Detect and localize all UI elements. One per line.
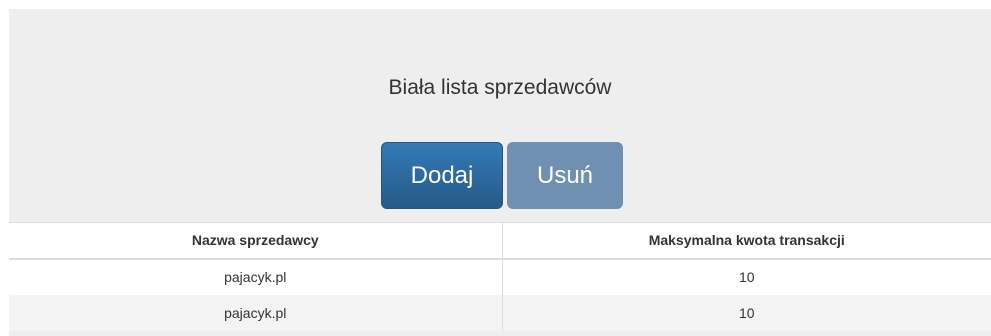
merchants-table: Nazwa sprzedawcy Maksymalna kwota transa… [9,222,991,331]
column-header-merchant-name[interactable]: Nazwa sprzedawcy [9,222,503,260]
table-row[interactable]: pajacyk.pl 10 [9,294,991,331]
page-title: Biała lista sprzedawców [388,76,612,99]
add-button[interactable]: Dodaj [381,142,503,209]
remove-button[interactable]: Usuń [507,142,623,209]
max-amount-cell: 10 [502,258,991,295]
column-header-max-amount[interactable]: Maksymalna kwota transakcji [502,222,991,260]
table-row[interactable]: pajacyk.pl 10 [9,258,991,295]
table-header-row: Nazwa sprzedawcy Maksymalna kwota transa… [9,222,991,260]
merchant-name-cell: pajacyk.pl [9,294,503,331]
merchant-name-cell: pajacyk.pl [9,258,503,295]
max-amount-cell: 10 [502,294,991,331]
whitelist-panel: Biała lista sprzedawców Dodaj Usuń Nazwa… [9,9,991,336]
